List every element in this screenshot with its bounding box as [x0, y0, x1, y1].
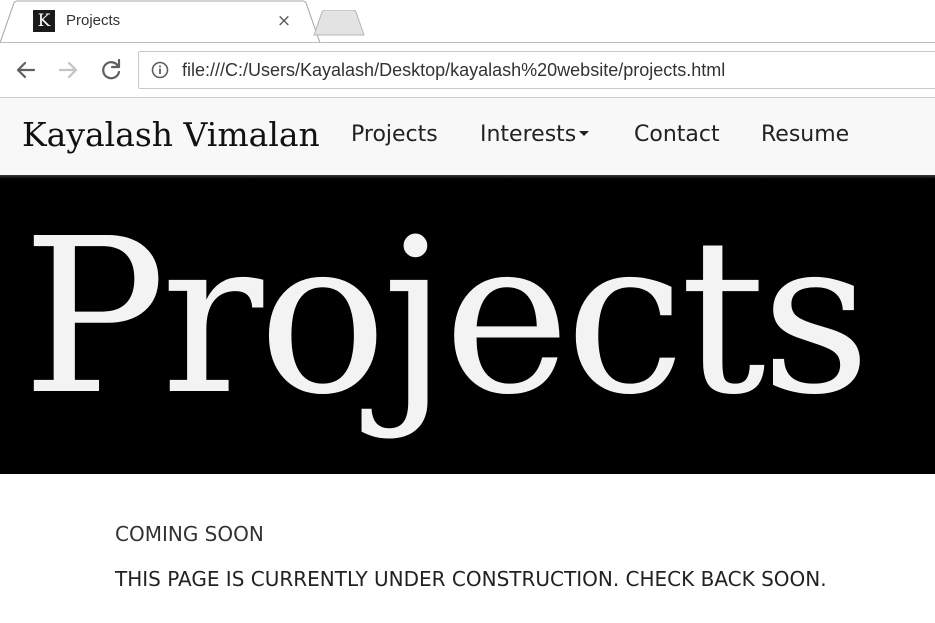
info-icon[interactable]: [151, 61, 169, 79]
hero-title: Projects: [22, 193, 871, 442]
nav-item-interests-label: Interests: [480, 122, 577, 147]
address-bar[interactable]: file:///C:/Users/Kayalash/Desktop/kayala…: [138, 51, 935, 89]
browser-tab-projects[interactable]: K Projects ×: [0, 0, 325, 44]
reload-icon[interactable]: [97, 56, 125, 84]
url-text[interactable]: file:///C:/Users/Kayalash/Desktop/kayala…: [182, 60, 725, 81]
forward-arrow-icon[interactable]: [54, 56, 82, 84]
browser-toolbar: file:///C:/Users/Kayalash/Desktop/kayala…: [0, 43, 935, 97]
brand-link[interactable]: Kayalash Vimalan: [22, 115, 320, 154]
construction-message: THIS PAGE IS CURRENTLY UNDER CONSTRUCTIO…: [115, 567, 827, 591]
favicon-k-icon: K: [33, 10, 55, 32]
hero-banner: Projects: [0, 179, 935, 474]
close-icon[interactable]: ×: [274, 10, 294, 32]
browser-tab-strip: K Projects ×: [0, 0, 935, 44]
nav-item-contact[interactable]: Contact: [634, 122, 720, 147]
nav-item-resume[interactable]: Resume: [761, 122, 849, 147]
nav-item-projects[interactable]: Projects: [351, 122, 438, 147]
caret-down-icon: [579, 130, 590, 136]
tab-title: Projects: [66, 12, 121, 29]
site-navbar: Kayalash Vimalan Projects Interests Cont…: [0, 98, 935, 175]
coming-soon-heading: COMING SOON: [115, 522, 264, 546]
back-arrow-icon[interactable]: [12, 56, 40, 84]
new-tab-button[interactable]: [312, 10, 366, 36]
nav-item-interests[interactable]: Interests: [480, 122, 590, 147]
